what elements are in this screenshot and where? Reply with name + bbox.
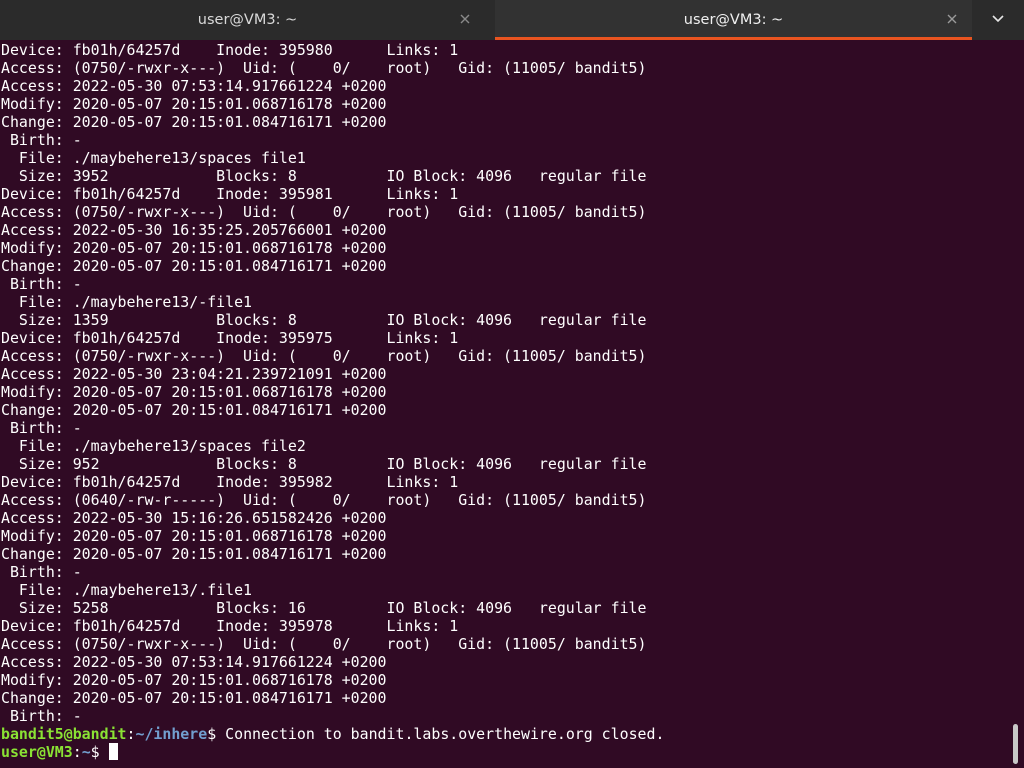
terminal-line: Size: 952 Blocks: 8 IO Block: 4096 regul… (1, 455, 647, 473)
prompt-userhost: user@VM3 (1, 743, 73, 761)
close-icon[interactable] (457, 11, 473, 27)
tab-title: user@VM3: ~ (197, 12, 298, 28)
terminal-line: Device: fb01h/64257d Inode: 395980 Links… (1, 41, 459, 59)
chevron-down-icon (990, 10, 1006, 30)
terminal-line: Modify: 2020-05-07 20:15:01.068716178 +0… (1, 383, 387, 401)
terminal-line: Access: (0750/-rwxr-x---) Uid: ( 0/ root… (1, 59, 647, 77)
tab-title: user@VM3: ~ (683, 12, 784, 28)
tab-menu-button[interactable] (972, 0, 1024, 40)
terminal-line: Access: (0640/-rw-r-----) Uid: ( 0/ root… (1, 491, 647, 509)
terminal-line: Change: 2020-05-07 20:15:01.084716171 +0… (1, 401, 387, 419)
terminal-line: Change: 2020-05-07 20:15:01.084716171 +0… (1, 545, 387, 563)
terminal-line: Birth: - (1, 275, 82, 293)
close-icon[interactable] (944, 11, 960, 27)
terminal-line: Access: 2022-05-30 07:53:14.917661224 +0… (1, 77, 387, 95)
terminal-window: user@VM3: ~ user@VM3: ~ Device: fb01h/64… (0, 0, 1024, 768)
terminal-line: Modify: 2020-05-07 20:15:01.068716178 +0… (1, 671, 387, 689)
tab-terminal-2[interactable]: user@VM3: ~ (495, 0, 972, 40)
terminal-line: Modify: 2020-05-07 20:15:01.068716178 +0… (1, 95, 387, 113)
terminal-line: File: ./maybehere13/spaces file2 (1, 437, 306, 455)
terminal-line: Change: 2020-05-07 20:15:01.084716171 +0… (1, 689, 387, 707)
prompt-symbol: $ (90, 743, 109, 761)
terminal-line: Modify: 2020-05-07 20:15:01.068716178 +0… (1, 239, 387, 257)
terminal-line: Size: 3952 Blocks: 8 IO Block: 4096 regu… (1, 167, 647, 185)
terminal-line: Access: (0750/-rwxr-x---) Uid: ( 0/ root… (1, 635, 647, 653)
prompt-userhost: bandit5@bandit (1, 725, 127, 743)
text-cursor (108, 743, 118, 760)
terminal-line: Birth: - (1, 131, 82, 149)
prompt-symbol: $ (207, 725, 226, 743)
terminal-line: Size: 5258 Blocks: 16 IO Block: 4096 reg… (1, 599, 647, 617)
terminal-line: Access: 2022-05-30 23:04:21.239721091 +0… (1, 365, 387, 383)
terminal-line: Birth: - (1, 419, 82, 437)
terminal-line: Access: (0750/-rwxr-x---) Uid: ( 0/ root… (1, 347, 647, 365)
terminal-line: File: ./maybehere13/.file1 (1, 581, 253, 599)
terminal-line: File: ./maybehere13/spaces file1 (1, 149, 306, 167)
terminal-line: File: ./maybehere13/-file1 (1, 293, 253, 311)
terminal-line: Device: fb01h/64257d Inode: 395978 Links… (1, 617, 459, 635)
terminal-line: Change: 2020-05-07 20:15:01.084716171 +0… (1, 257, 387, 275)
tab-bar: user@VM3: ~ user@VM3: ~ (0, 0, 1024, 40)
active-tab-indicator (495, 37, 972, 40)
terminal-line: Access: 2022-05-30 15:16:26.651582426 +0… (1, 509, 387, 527)
local-prompt-line[interactable]: user@VM3:~$ (1, 743, 1011, 761)
terminal-output[interactable]: Device: fb01h/64257d Inode: 395980 Links… (1, 41, 1011, 768)
prompt-separator: : (72, 743, 82, 761)
terminal-line: Change: 2020-05-07 20:15:01.084716171 +0… (1, 113, 387, 131)
tab-terminal-1[interactable]: user@VM3: ~ (0, 0, 495, 40)
terminal-line: Access: 2022-05-30 07:53:14.917661224 +0… (1, 653, 387, 671)
prompt-path: ~/inhere (135, 725, 208, 743)
terminal-line: Size: 1359 Blocks: 8 IO Block: 4096 regu… (1, 311, 647, 329)
connection-closed-message: Connection to bandit.labs.overthewire.or… (225, 725, 665, 743)
terminal-line: Birth: - (1, 563, 82, 581)
remote-prompt-line: bandit5@bandit:~/inhere$ Connection to b… (1, 725, 1011, 743)
terminal-line: Access: 2022-05-30 16:35:25.205766001 +0… (1, 221, 387, 239)
prompt-path: ~ (81, 743, 91, 761)
terminal-line: Device: fb01h/64257d Inode: 395975 Links… (1, 329, 459, 347)
terminal-line: Device: fb01h/64257d Inode: 395982 Links… (1, 473, 459, 491)
terminal-line: Birth: - (1, 707, 82, 725)
terminal-line: Modify: 2020-05-07 20:15:01.068716178 +0… (1, 527, 387, 545)
terminal-line: Access: (0750/-rwxr-x---) Uid: ( 0/ root… (1, 203, 647, 221)
terminal-line: Device: fb01h/64257d Inode: 395981 Links… (1, 185, 459, 203)
scrollbar-thumb[interactable] (1013, 724, 1018, 764)
